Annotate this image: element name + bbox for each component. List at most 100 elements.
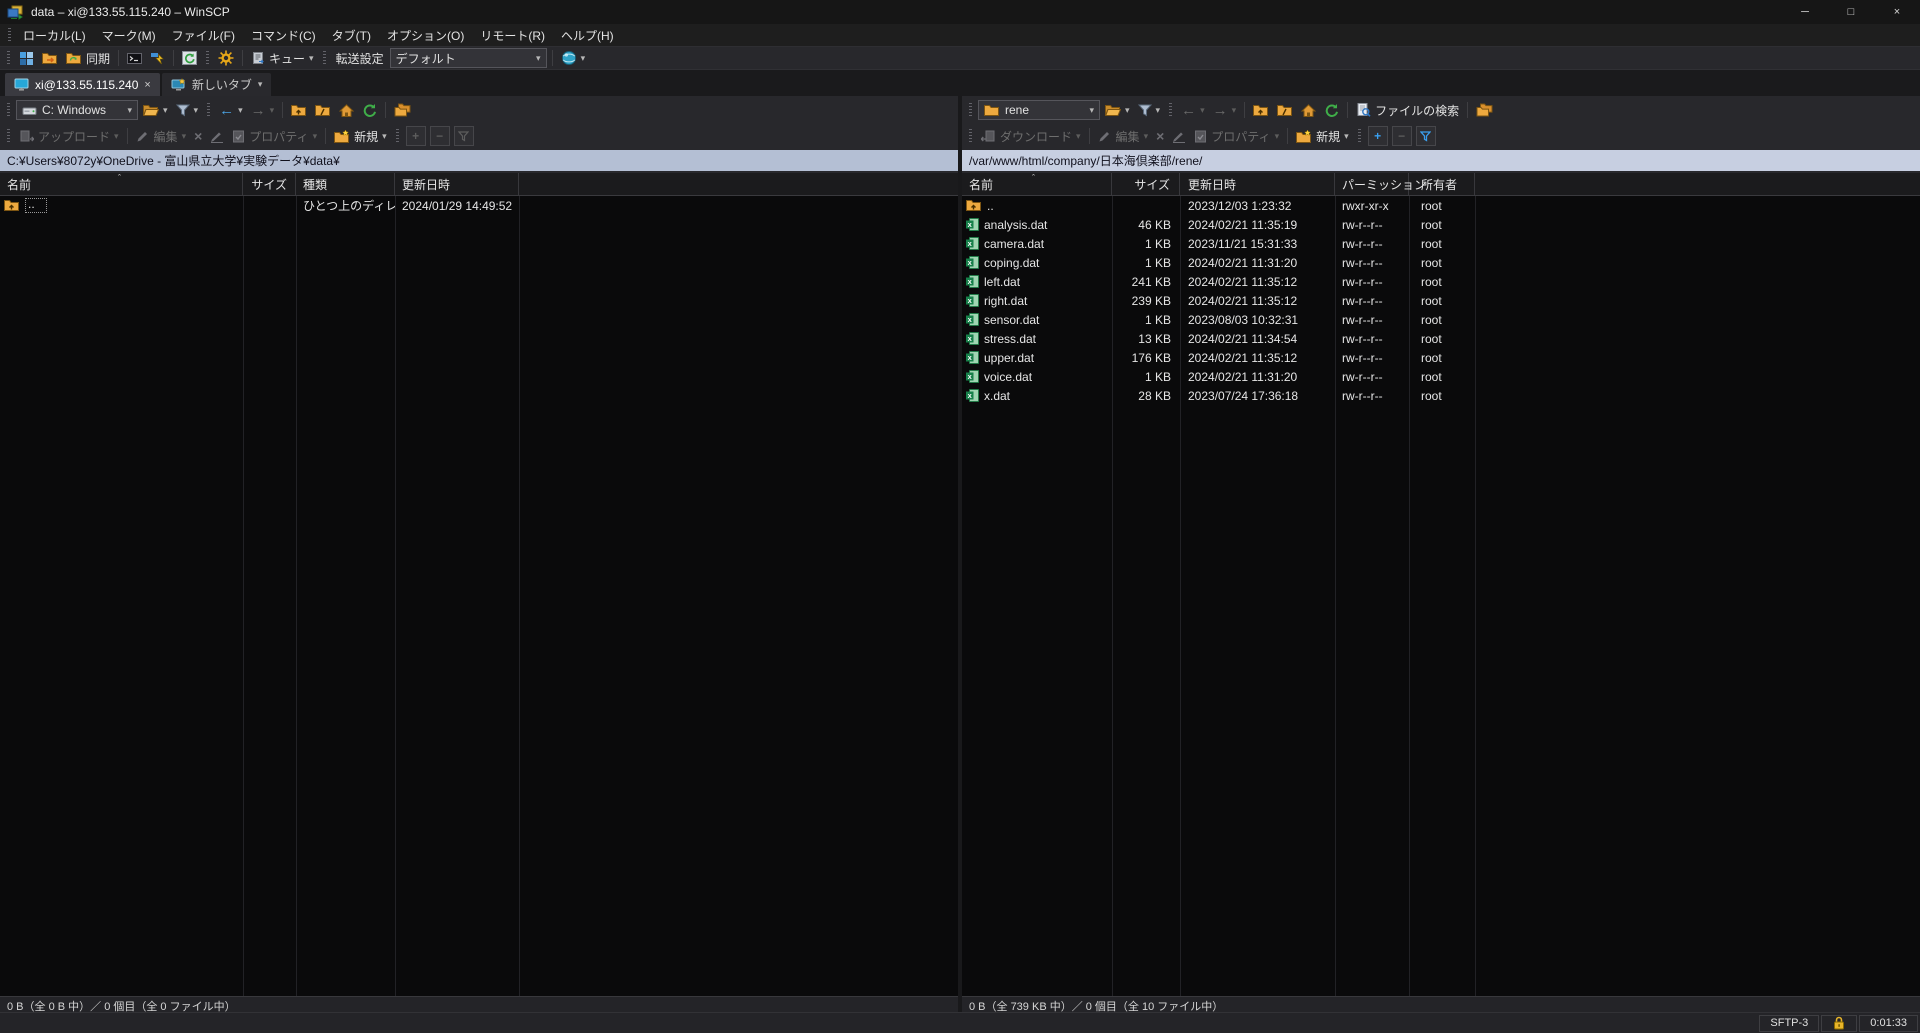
remote-properties-button[interactable]: プロパティ ▾ <box>1191 126 1282 146</box>
local-new-label: 新規 <box>354 128 378 145</box>
column-header-type[interactable]: 種類 <box>296 173 395 195</box>
local-open-same-directory-button[interactable] <box>391 100 414 120</box>
download-button[interactable]: ダウンロード ▾ <box>978 126 1084 146</box>
local-edit-button[interactable]: 編集 ▾ <box>133 126 190 146</box>
transfer-preset-select[interactable]: デフォルト ▾ <box>390 48 547 68</box>
toolbar-separator <box>118 50 119 66</box>
open-in-putty-button[interactable] <box>147 48 168 68</box>
file-row[interactable]: x sensor.dat 1 KB 2023/08/03 10:32:31 rw… <box>962 310 1920 329</box>
file-row[interactable]: .. 2023/12/03 1:23:32 rwxr-xr-x root <box>962 196 1920 215</box>
local-new-button[interactable]: 新規 ▾ <box>331 126 390 146</box>
queue-button[interactable]: キュー ▾ <box>248 48 317 68</box>
remote-selection-filter-button[interactable] <box>1416 126 1436 146</box>
tab-close-icon[interactable]: × <box>144 79 150 91</box>
local-home-directory-button[interactable] <box>336 100 357 120</box>
local-back-button[interactable]: ← ▾ <box>216 100 246 120</box>
local-open-directory-button[interactable]: ▾ <box>140 100 171 120</box>
remote-select-add-button[interactable]: + <box>1368 126 1388 146</box>
file-row[interactable]: x analysis.dat 46 KB 2024/02/21 11:35:19… <box>962 215 1920 234</box>
file-row[interactable]: x stress.dat 13 KB 2024/02/21 11:34:54 r… <box>962 329 1920 348</box>
file-row[interactable]: x voice.dat 1 KB 2024/02/21 11:31:20 rw-… <box>962 367 1920 386</box>
remote-path-bar[interactable]: /var/www/html/company/日本海倶楽部/rene/ <box>962 150 1920 171</box>
local-select-remove-button[interactable]: − <box>430 126 450 146</box>
remote-file-list[interactable]: .. 2023/12/03 1:23:32 rwxr-xr-x root x a… <box>962 196 1920 996</box>
remote-forward-button[interactable]: → ▾ <box>1210 100 1240 120</box>
refresh-session-button[interactable] <box>179 48 200 68</box>
remote-edit-button[interactable]: 編集 ▾ <box>1095 126 1152 146</box>
remote-open-directory-button[interactable]: ▾ <box>1102 100 1133 120</box>
remote-filter-button[interactable]: ▾ <box>1135 100 1164 120</box>
transfer-options-button[interactable]: ▾ <box>558 48 589 68</box>
local-root-directory-button[interactable] <box>312 100 334 120</box>
local-forward-button[interactable]: → ▾ <box>248 100 278 120</box>
folder-sync-icon <box>66 52 82 65</box>
find-files-button[interactable]: ファイルの検索 <box>1353 100 1462 120</box>
dual-folders-icon <box>1476 103 1493 117</box>
column-header-name[interactable]: 名前 <box>962 173 1112 195</box>
column-header-owner[interactable]: 所有者 <box>1409 173 1475 195</box>
local-path-bar[interactable]: C:¥Users¥8072y¥OneDrive - 富山県立大学¥実験データ¥d… <box>0 150 958 171</box>
tab-new-label: 新しいタブ <box>192 76 252 93</box>
keep-up-to-date-button[interactable] <box>39 48 61 68</box>
local-rename-button[interactable] <box>207 126 227 146</box>
menu-remote[interactable]: リモート(R) <box>472 27 553 44</box>
file-row[interactable]: .. ひとつ上のディレクトリ 2024/01/29 14:49:52 <box>0 196 958 215</box>
remote-root-directory-button[interactable] <box>1274 100 1296 120</box>
file-row[interactable]: x x.dat 28 KB 2023/07/24 17:36:18 rw-r--… <box>962 386 1920 405</box>
close-button[interactable]: × <box>1874 0 1920 24</box>
session-manager-button[interactable] <box>16 48 37 68</box>
remote-delete-button[interactable]: × <box>1153 126 1167 146</box>
menu-help[interactable]: ヘルプ(H) <box>553 27 622 44</box>
remote-open-same-directory-button[interactable] <box>1473 100 1496 120</box>
encryption-lock-indicator[interactable] <box>1821 1015 1857 1032</box>
column-header-modified[interactable]: 更新日時 <box>395 173 519 195</box>
local-file-list[interactable]: .. ひとつ上のディレクトリ 2024/01/29 14:49:52 <box>0 196 958 996</box>
remote-new-button[interactable]: 新規 ▾ <box>1293 126 1352 146</box>
file-name: stress.dat <box>984 332 1036 346</box>
remote-parent-directory-button[interactable] <box>1250 100 1272 120</box>
file-row[interactable]: x upper.dat 176 KB 2024/02/21 11:35:12 r… <box>962 348 1920 367</box>
menu-mark[interactable]: マーク(M) <box>94 27 164 44</box>
column-header-size[interactable]: サイズ <box>243 173 296 195</box>
remote-rename-button[interactable] <box>1169 126 1189 146</box>
local-delete-button[interactable]: × <box>191 126 205 146</box>
protocol-badge[interactable]: SFTP-3 <box>1759 1015 1819 1032</box>
tab-session[interactable]: xi@133.55.115.240 × <box>5 73 160 96</box>
file-row[interactable]: x coping.dat 1 KB 2024/02/21 11:31:20 rw… <box>962 253 1920 272</box>
local-properties-button[interactable]: プロパティ ▾ <box>229 126 320 146</box>
queue-label: キュー <box>269 50 305 67</box>
column-header-name[interactable]: 名前 <box>0 173 243 195</box>
column-header-size[interactable]: サイズ <box>1112 173 1180 195</box>
column-header-modified[interactable]: 更新日時 <box>1180 173 1335 195</box>
dat-file-icon: x <box>966 313 979 326</box>
menu-command[interactable]: コマンド(C) <box>243 27 324 44</box>
menu-tab[interactable]: タブ(T) <box>324 27 379 44</box>
tab-new[interactable]: 新しいタブ ▾ <box>162 73 272 96</box>
menu-options[interactable]: オプション(O) <box>379 27 472 44</box>
local-parent-directory-button[interactable] <box>288 100 310 120</box>
file-owner: root <box>1409 329 1475 348</box>
file-row[interactable]: x left.dat 241 KB 2024/02/21 11:35:12 rw… <box>962 272 1920 291</box>
column-header-permissions[interactable]: パーミッション <box>1335 173 1409 195</box>
remote-directory-select[interactable]: rene ▾ <box>978 100 1100 120</box>
remote-home-directory-button[interactable] <box>1298 100 1319 120</box>
file-name-cell: x right.dat <box>962 291 1112 310</box>
remote-back-button[interactable]: ← ▾ <box>1178 100 1208 120</box>
file-row[interactable]: x right.dat 239 KB 2024/02/21 11:35:12 r… <box>962 291 1920 310</box>
menu-file[interactable]: ファイル(F) <box>164 27 243 44</box>
maximize-button[interactable]: □ <box>1828 0 1874 24</box>
synchronize-button[interactable]: 同期 <box>63 48 113 68</box>
local-filter-button[interactable]: ▾ <box>173 100 202 120</box>
file-row[interactable]: x camera.dat 1 KB 2023/11/21 15:31:33 rw… <box>962 234 1920 253</box>
local-drive-select[interactable]: C: Windows ▾ <box>16 100 138 120</box>
local-select-add-button[interactable]: + <box>406 126 426 146</box>
local-refresh-button[interactable] <box>359 100 380 120</box>
minimize-button[interactable]: ─ <box>1782 0 1828 24</box>
preferences-button[interactable] <box>215 48 237 68</box>
upload-button[interactable]: アップロード ▾ <box>16 126 122 146</box>
remote-refresh-button[interactable] <box>1321 100 1342 120</box>
terminal-button[interactable] <box>124 48 145 68</box>
local-selection-filter-button[interactable] <box>454 126 474 146</box>
remote-select-remove-button[interactable]: − <box>1392 126 1412 146</box>
menu-local[interactable]: ローカル(L) <box>15 27 94 44</box>
